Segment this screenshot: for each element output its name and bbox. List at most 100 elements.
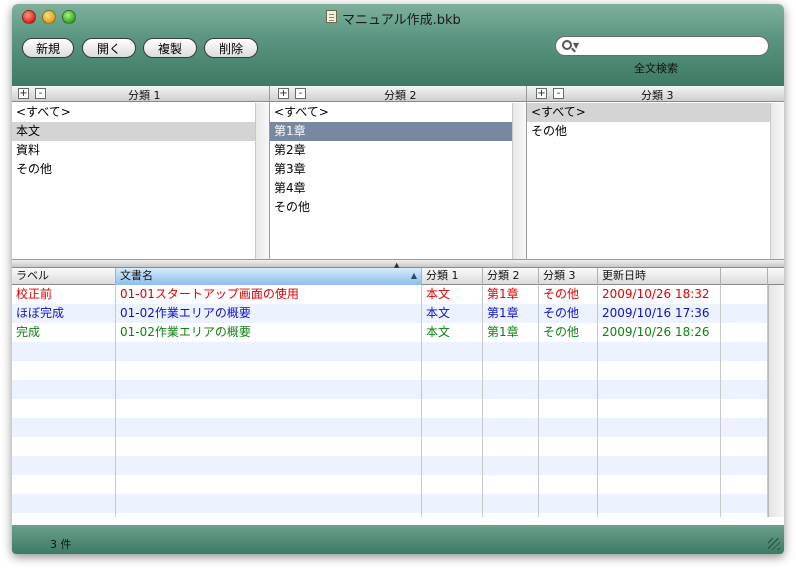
cell-cat3 [539, 380, 598, 399]
search-icon[interactable] [562, 40, 572, 50]
cell-name [116, 475, 422, 494]
cell-label [12, 342, 116, 361]
category-item[interactable]: 第4章 [270, 179, 526, 198]
remove-category-button[interactable]: - [295, 88, 306, 99]
category-item[interactable]: その他 [12, 160, 269, 179]
category-panel-2: + - 分類 2 <すべて> 第1章 第2章 第3章 第4章 その他 [270, 86, 527, 260]
cell-cat2 [483, 494, 539, 513]
remove-category-button[interactable]: - [35, 88, 46, 99]
cell-name [116, 361, 422, 380]
table-row[interactable]: ほぼ完成 01-02作業エリアの概要 本文 第1章 その他 2009/10/16 17:3… [12, 304, 768, 323]
category-item-selected[interactable]: 第1章 [270, 122, 526, 141]
close-window-button[interactable] [22, 10, 36, 24]
cell-extra [721, 437, 768, 456]
cell-name [116, 342, 422, 361]
category-item[interactable]: その他 [270, 198, 526, 217]
column-header-extra[interactable] [721, 268, 768, 285]
cell-label [12, 437, 116, 456]
column-header-name[interactable]: 文書名 ▲ [116, 268, 422, 285]
column-header-updated[interactable]: 更新日時 [598, 268, 721, 285]
minimize-window-button[interactable] [42, 10, 56, 24]
document-table-header: ラベル 文書名 ▲ 分類 1 分類 2 分類 3 更新日時 [12, 268, 784, 285]
column-header-cat2[interactable]: 分類 2 [483, 268, 539, 285]
add-category-button[interactable]: + [278, 88, 289, 99]
category-list-3: <すべて> その他 [527, 103, 784, 260]
document-icon [326, 10, 337, 23]
category-title: 分類 1 [128, 89, 161, 102]
search-field[interactable]: ▼ [555, 36, 769, 56]
cell-cat2: 第1章 [483, 323, 539, 342]
category-panel-3: + - 分類 3 <すべて> その他 [527, 86, 784, 260]
pane-splitter[interactable]: ▲ [12, 259, 784, 269]
app-window: マニュアル作成.bkb 新規 開く 複製 削除 ▼ 全文検索 + - 分類 1 … [12, 4, 784, 554]
column-header-label[interactable]: ラベル [12, 268, 116, 285]
table-row[interactable]: 完成 01-02作業エリアの概要 本文 第1章 その他 2009/10/26 18:26 [12, 323, 768, 342]
search-menu-caret-icon[interactable]: ▼ [573, 41, 579, 50]
cell-name: 01-02作業エリアの概要 [116, 323, 422, 342]
cell-cat2 [483, 475, 539, 494]
resize-grip-icon[interactable] [768, 538, 780, 550]
cell-cat3: その他 [539, 304, 598, 323]
category-scrollbar[interactable] [512, 103, 526, 260]
cell-label [12, 494, 116, 513]
cell-updated [598, 437, 721, 456]
category-item[interactable]: 資料 [12, 141, 269, 160]
table-scrollbar[interactable] [768, 285, 784, 517]
category-item-selected[interactable]: <すべて> [527, 103, 784, 122]
status-bar: 3 件 [12, 525, 784, 554]
new-button[interactable]: 新規 [22, 38, 74, 58]
category-item[interactable]: 第2章 [270, 141, 526, 160]
cell-extra [721, 380, 768, 399]
category-header-1: + - 分類 1 [12, 86, 269, 102]
column-header-name-text: 文書名 [120, 269, 153, 282]
category-item-selected[interactable]: 本文 [12, 122, 269, 141]
cell-cat2: 第1章 [483, 285, 539, 304]
table-row-empty [12, 513, 768, 517]
cell-label: 完成 [12, 323, 116, 342]
cell-label [12, 399, 116, 418]
cell-cat3 [539, 342, 598, 361]
cell-cat2 [483, 456, 539, 475]
cell-cat2 [483, 342, 539, 361]
cell-updated: 2009/10/26 18:26 [598, 323, 721, 342]
column-header-cat3[interactable]: 分類 3 [539, 268, 598, 285]
cell-label [12, 418, 116, 437]
category-scrollbar[interactable] [770, 103, 784, 260]
add-category-button[interactable]: + [18, 88, 29, 99]
remove-category-button[interactable]: - [553, 88, 564, 99]
duplicate-button[interactable]: 複製 [143, 38, 197, 58]
window-title: マニュアル作成.bkb [342, 13, 461, 28]
cell-extra [721, 342, 768, 361]
column-header-cat1[interactable]: 分類 1 [422, 268, 483, 285]
cell-cat3 [539, 475, 598, 494]
cell-cat2 [483, 361, 539, 380]
cell-cat1 [422, 475, 483, 494]
category-item[interactable]: 第3章 [270, 160, 526, 179]
category-scrollbar[interactable] [255, 103, 269, 260]
cell-label [12, 513, 116, 517]
table-row-empty [12, 437, 768, 456]
cell-label: 校正前 [12, 285, 116, 304]
cell-cat1 [422, 456, 483, 475]
table-row[interactable]: 校正前 01-01スタートアップ画面の使用 本文 第1章 その他 2009/10/26 1… [12, 285, 768, 304]
cell-cat3 [539, 399, 598, 418]
category-item[interactable]: <すべて> [270, 103, 526, 122]
cell-cat3: その他 [539, 285, 598, 304]
open-button[interactable]: 開く [82, 38, 136, 58]
cell-cat2: 第1章 [483, 304, 539, 323]
category-title: 分類 3 [641, 89, 674, 102]
cell-updated [598, 494, 721, 513]
category-item[interactable]: その他 [527, 122, 784, 141]
zoom-window-button[interactable] [62, 10, 76, 24]
cell-extra [721, 361, 768, 380]
table-row-empty [12, 342, 768, 361]
cell-name [116, 513, 422, 517]
table-row-empty [12, 494, 768, 513]
cell-name [116, 399, 422, 418]
add-category-button[interactable]: + [536, 88, 547, 99]
cell-updated [598, 418, 721, 437]
category-item[interactable]: <すべて> [12, 103, 269, 122]
cell-name: 01-01スタートアップ画面の使用 [116, 285, 422, 304]
cell-updated [598, 475, 721, 494]
delete-button[interactable]: 削除 [204, 38, 258, 58]
